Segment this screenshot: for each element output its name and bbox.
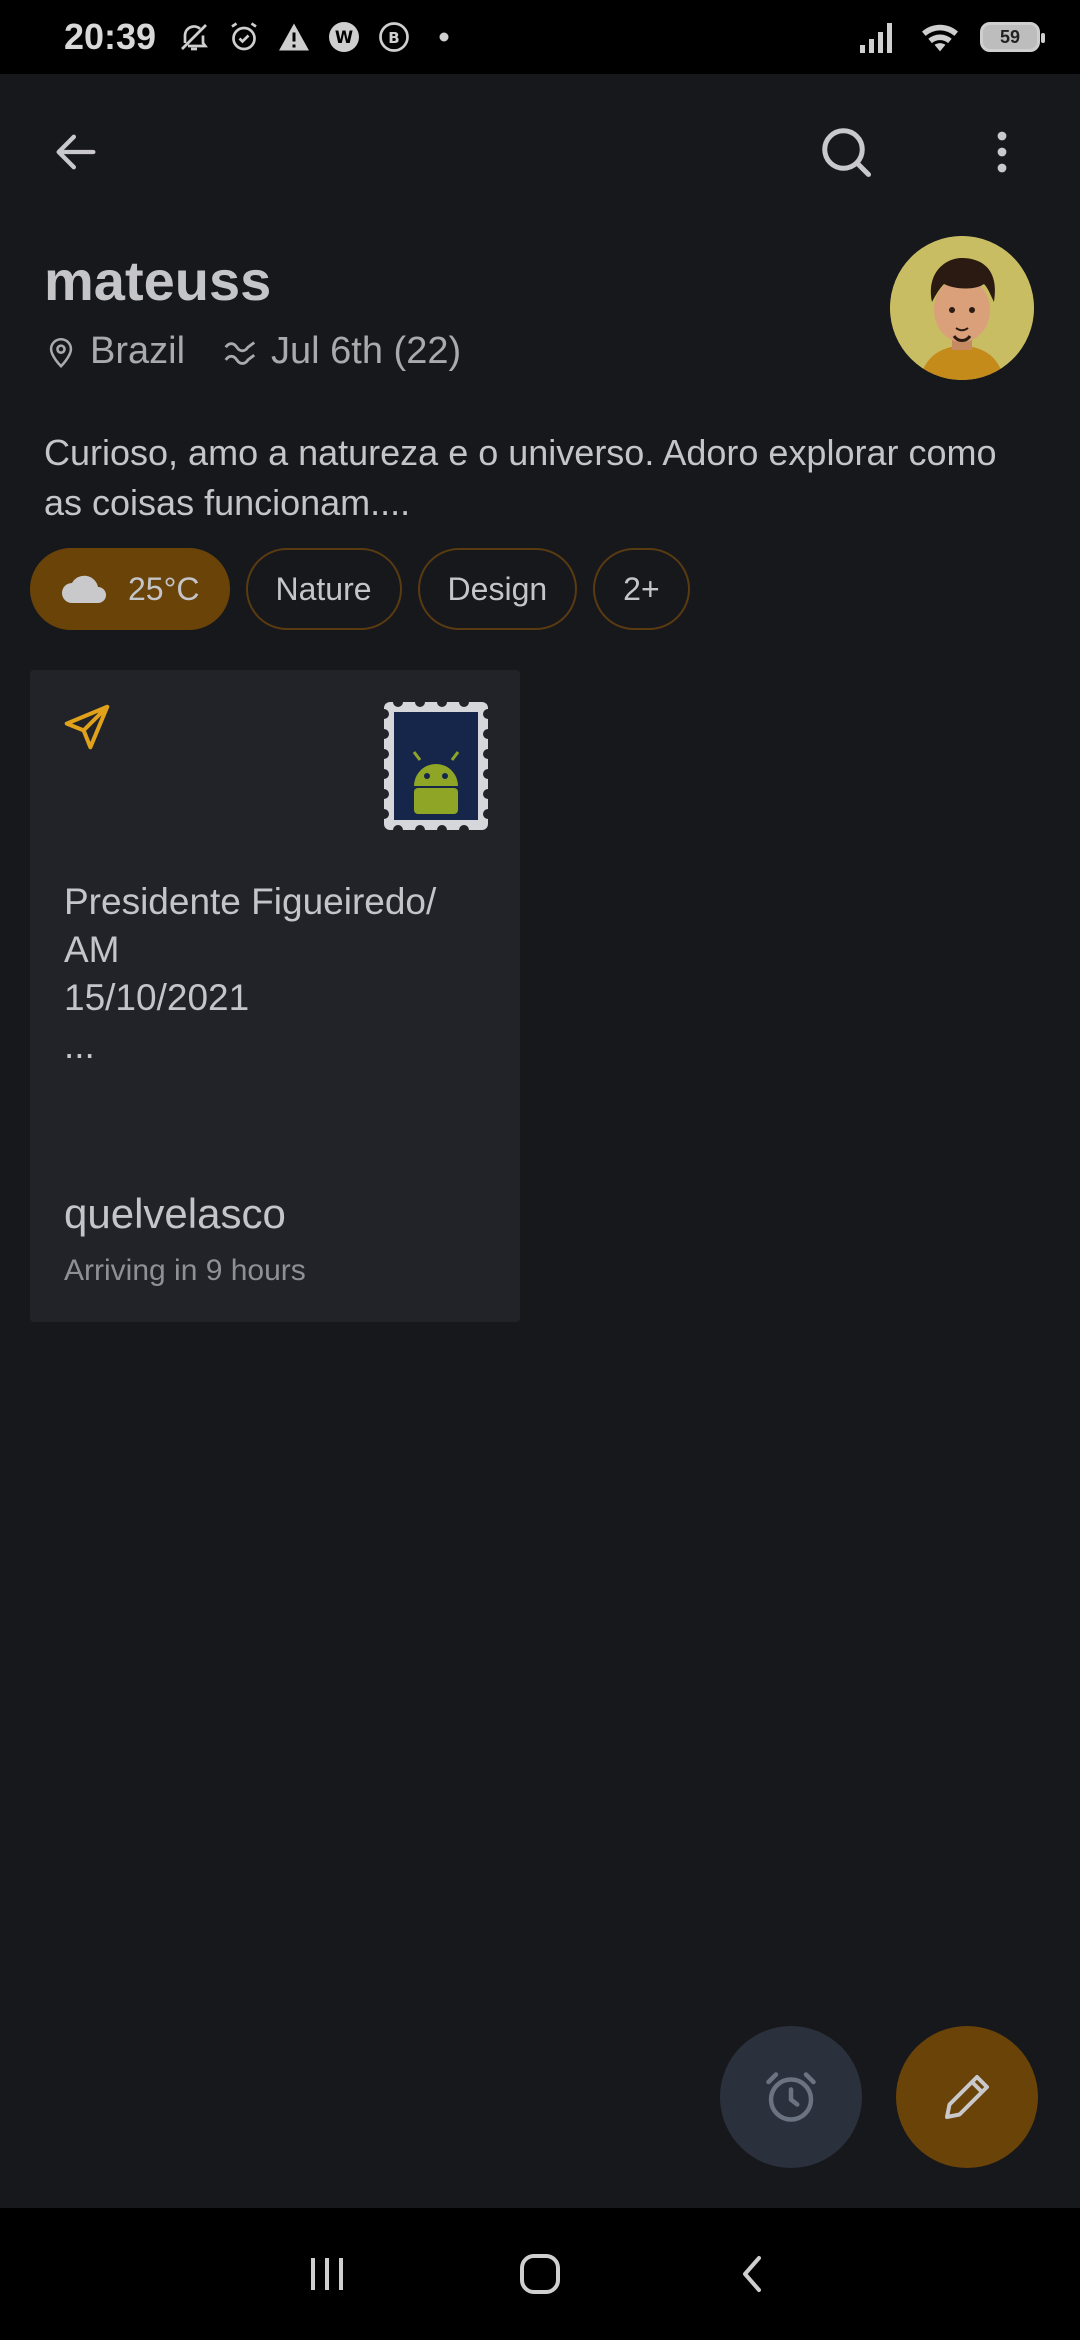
letter-place-line2: AM (64, 929, 120, 970)
signal-icon (860, 23, 892, 53)
chip-nature-label: Nature (275, 570, 372, 607)
arrow-left-icon (56, 134, 96, 170)
search-button[interactable] (808, 114, 884, 190)
chip-more-label: 2+ (623, 570, 660, 607)
birthday-item: Jul 6th (22) (221, 330, 461, 373)
letter-ellipsis: ... (64, 1025, 95, 1066)
chip-more[interactable]: 2+ (593, 548, 690, 630)
app-screen: 20:39 W B 59 mateuss Brazil Jul 6th (22)… (0, 0, 1080, 2340)
whatsapp-icon: W (329, 22, 360, 52)
warning-icon (279, 23, 310, 51)
svg-text:B: B (388, 29, 399, 47)
status-icons-left: W B (176, 19, 462, 55)
avatar-illustration (890, 236, 1034, 380)
battery-level: 59 (999, 26, 1021, 47)
status-icons-right: 59 (858, 19, 1045, 55)
more-vertical-icon (997, 131, 1007, 173)
letter-date: 15/10/2021 (64, 977, 250, 1018)
letter-sender: quelvelasco (64, 1190, 286, 1237)
write-letter-fab[interactable] (896, 2026, 1038, 2168)
letter-place-line1: Presidente Figueiredo/ (64, 881, 437, 922)
cloud-icon (62, 575, 106, 603)
recent-apps-button[interactable] (287, 2234, 367, 2314)
pencil-icon (945, 2075, 989, 2119)
mute-icon (181, 24, 209, 51)
stamp-icon (384, 702, 488, 830)
chip-nature[interactable]: Nature (245, 548, 402, 630)
recent-apps-icon (310, 2258, 343, 2290)
schedule-fab[interactable] (720, 2026, 862, 2168)
chip-design[interactable]: Design (417, 548, 578, 630)
nav-back-button[interactable] (713, 2234, 793, 2314)
location-pin-icon (49, 337, 73, 368)
birthday-icon (224, 340, 256, 365)
profile-bio: Curioso, amo a natureza e o universo. Ad… (44, 432, 997, 523)
whatsapp-business-icon: B (379, 22, 409, 52)
status-time: 20:39 (64, 16, 157, 57)
status-bar: 20:39 W B 59 (0, 0, 1080, 74)
back-button[interactable] (38, 114, 114, 190)
home-icon (519, 2254, 560, 2294)
birthday-text: Jul 6th (22) (271, 330, 462, 372)
chip-design-label: Design (447, 570, 548, 607)
battery-icon: 59 (980, 22, 1045, 52)
location-item: Brazil (44, 330, 185, 373)
alarm-clock-icon (766, 2072, 816, 2122)
letter-card[interactable]: Presidente Figueiredo/ AM 15/10/2021 ...… (30, 670, 520, 1322)
weather-chip[interactable]: 25°C (30, 548, 230, 630)
avatar[interactable] (890, 236, 1034, 380)
top-app-bar (0, 74, 1080, 230)
letter-location: Presidente Figueiredo/ AM 15/10/2021 ... (64, 878, 494, 1070)
profile-username: mateuss (44, 249, 272, 312)
more-options-button[interactable] (964, 114, 1040, 190)
wifi-icon (922, 24, 958, 52)
location-text: Brazil (90, 330, 186, 372)
search-icon (822, 128, 871, 177)
letter-arrival: Arriving in 9 hours (64, 1254, 306, 1287)
profile-meta: Brazil Jul 6th (22) (44, 330, 497, 373)
chevron-left-icon (743, 2256, 762, 2292)
svg-text:W: W (335, 28, 353, 47)
interest-chips: 25°C Nature Design 2+ (30, 548, 690, 630)
home-button[interactable] (500, 2234, 580, 2314)
dot-icon (439, 32, 449, 42)
weather-chip-label: 25°C (128, 570, 200, 607)
alarm-icon (231, 22, 257, 51)
system-navigation-bar (0, 2208, 1080, 2340)
send-icon (64, 704, 110, 750)
